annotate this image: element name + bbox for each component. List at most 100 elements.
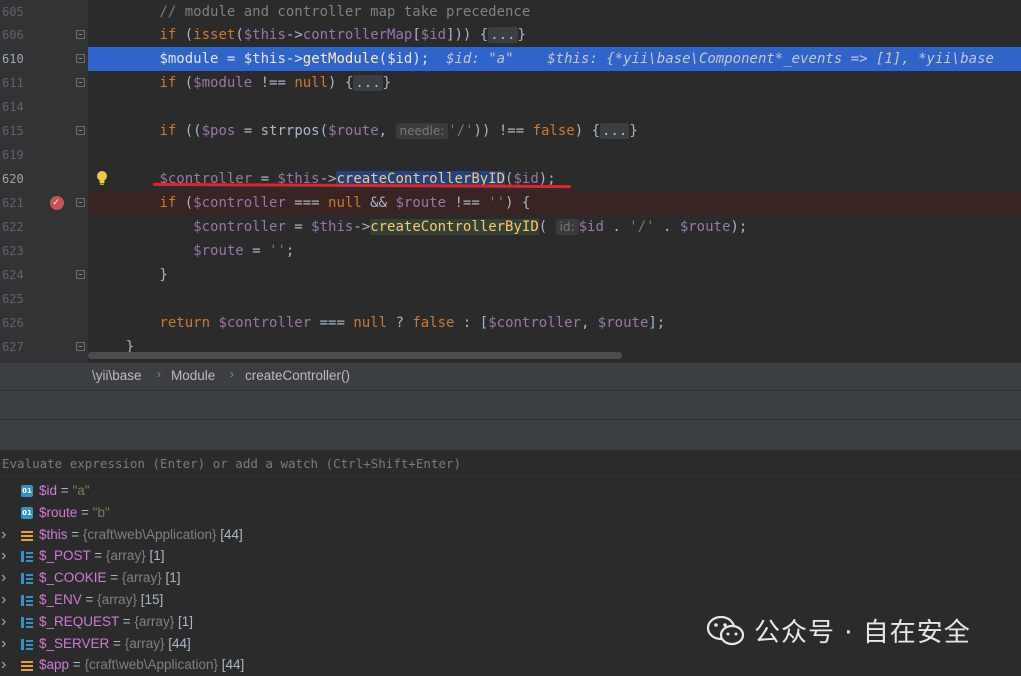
variable-row[interactable]: › $_ENV = {array} [15] — [0, 589, 1021, 611]
variable-row[interactable]: › $_COOKIE = {array} [1] — [0, 567, 1021, 589]
code-text[interactable]: $route = ''; — [88, 239, 1021, 263]
code-token: , — [580, 315, 598, 331]
code-token: (( — [176, 123, 202, 139]
lightbulb-icon[interactable] — [96, 170, 108, 186]
breadcrumb-namespace[interactable]: \yii\base — [92, 368, 142, 383]
primitive-value-icon: 01 — [21, 506, 33, 519]
code-token: $id — [420, 27, 447, 43]
evaluate-expression-input[interactable] — [0, 450, 1021, 476]
expand-arrow-icon[interactable]: › — [1, 611, 6, 633]
code-line[interactable]: 614 — [0, 95, 1021, 119]
code-token: $this — [243, 51, 286, 67]
expand-arrow-icon[interactable]: › — [1, 589, 6, 611]
fold-toggle-icon[interactable] — [76, 198, 85, 207]
variable-row[interactable]: › $this = {craft\web\Application} [44] — [0, 524, 1021, 546]
code-text[interactable]: if (($pos = strrpos($route, needle: '/'))… — [88, 119, 1021, 143]
code-text[interactable]: if ($module !== null) {...} — [88, 71, 1021, 95]
breadcrumb-method[interactable]: createController() — [245, 368, 350, 383]
code-token: = — [218, 51, 244, 67]
code-line[interactable]: 623 $route = ''; — [0, 239, 1021, 263]
code-token: ( — [176, 27, 194, 43]
variable-row[interactable]: › $_POST = {array} [1] — [0, 545, 1021, 567]
code-token: && — [361, 195, 396, 211]
code-editor[interactable]: 605 // module and controller map take pr… — [0, 0, 1021, 362]
expand-arrow-icon[interactable]: › — [1, 654, 6, 676]
line-number[interactable]: 615 — [0, 119, 30, 143]
code-text[interactable] — [88, 287, 1021, 311]
fold-toggle-icon[interactable] — [76, 78, 85, 87]
fold-toggle-icon[interactable] — [76, 342, 85, 351]
line-number[interactable]: 610 — [0, 47, 30, 71]
line-number[interactable]: 614 — [0, 95, 30, 119]
fold-toggle-icon[interactable] — [76, 270, 85, 279]
fold-toggle-icon[interactable] — [76, 30, 85, 39]
watermark-text: 公众号 · 自在安全 — [754, 618, 971, 648]
variable-row[interactable]: › $app = {craft\web\Application} [44] — [0, 654, 1021, 676]
breakpoint-icon[interactable] — [50, 191, 64, 215]
code-token: ); — [730, 219, 748, 235]
code-line[interactable]: 615 if (($pos = strrpos($route, needle: '… — [0, 119, 1021, 143]
variable-row[interactable]: 01 $id = "a" — [0, 480, 1021, 502]
code-token: id: — [555, 219, 579, 235]
code-line[interactable]: 606 if (isset($this->controllerMap[$id])… — [0, 23, 1021, 47]
code-token: ? — [387, 315, 413, 331]
code-text[interactable]: if (isset($this->controllerMap[$id])) {.… — [88, 23, 1021, 47]
code-line[interactable]: 625 — [0, 287, 1021, 311]
code-token: } — [92, 267, 168, 283]
variable-row[interactable]: 01 $route = "b" — [0, 502, 1021, 524]
code-line[interactable]: 624 } — [0, 263, 1021, 287]
code-token: , — [378, 123, 396, 139]
code-text[interactable]: return $controller === null ? false : [$… — [88, 311, 1021, 335]
variable-type: {array} — [105, 548, 146, 564]
wechat-logo-icon — [706, 615, 745, 646]
breadcrumb-class[interactable]: Module — [171, 368, 215, 383]
line-number[interactable]: 605 — [0, 0, 30, 24]
code-line[interactable]: 619 — [0, 143, 1021, 167]
code-token: $id — [578, 219, 604, 235]
expand-arrow-icon[interactable]: › — [1, 633, 6, 655]
code-text[interactable]: if ($controller === null && $route !== '… — [88, 191, 1021, 215]
code-token: -> — [353, 219, 371, 235]
expand-arrow-icon[interactable]: › — [1, 567, 6, 589]
code-line[interactable]: 626 return $controller === null ? false … — [0, 311, 1021, 335]
line-number[interactable]: 619 — [0, 143, 30, 167]
line-number[interactable]: 611 — [0, 71, 30, 95]
code-text[interactable]: } — [88, 263, 1021, 287]
variable-entry: $id = "a" — [39, 480, 90, 502]
variable-type: {array} — [97, 592, 137, 607]
variable-entry: $_REQUEST = {array} [1] — [39, 611, 193, 633]
line-number[interactable]: 624 — [0, 263, 30, 287]
primitive-value-icon: 01 — [21, 485, 33, 497]
line-number[interactable]: 620 — [0, 167, 30, 191]
code-token: ... — [488, 27, 518, 43]
line-number[interactable]: 625 — [0, 287, 30, 311]
line-number[interactable]: 622 — [0, 215, 30, 239]
line-number[interactable]: 621 — [0, 191, 30, 215]
line-number[interactable]: 623 — [0, 239, 30, 263]
code-text[interactable]: $module = $this->getModule($id); $id: "a… — [88, 47, 1021, 71]
code-line[interactable]: 611 if ($module !== null) {...} — [0, 71, 1021, 95]
code-text[interactable]: // module and controller map take preced… — [88, 0, 1021, 24]
code-text[interactable]: $controller = $this->createControllerByI… — [88, 215, 1021, 239]
code-line[interactable]: 605 // module and controller map take pr… — [0, 0, 1021, 24]
code-line[interactable]: 622 $controller = $this->createControlle… — [0, 215, 1021, 239]
line-number[interactable]: 627 — [0, 335, 30, 359]
code-line[interactable]: 610 $module = $this->getModule($id); $id… — [0, 47, 1021, 71]
code-token: ( — [235, 27, 244, 43]
horizontal-scrollbar[interactable] — [88, 352, 622, 359]
code-token: // module and controller map take preced… — [92, 4, 531, 20]
code-token: [ — [412, 27, 421, 43]
code-line[interactable]: 621 if ($controller === null && $route !… — [0, 191, 1021, 215]
equals-sign: = — [119, 613, 135, 629]
code-text[interactable] — [88, 95, 1021, 119]
variable-name: $_ENV — [39, 592, 82, 607]
fold-toggle-icon[interactable] — [76, 54, 85, 63]
fold-toggle-icon[interactable] — [76, 126, 85, 135]
expand-arrow-icon[interactable]: › — [1, 524, 6, 546]
evaluate-bar — [0, 450, 1021, 476]
line-number[interactable]: 606 — [0, 23, 30, 47]
expand-arrow-icon[interactable]: › — [1, 545, 6, 567]
code-text[interactable] — [88, 143, 1021, 167]
line-number[interactable]: 626 — [0, 311, 30, 335]
